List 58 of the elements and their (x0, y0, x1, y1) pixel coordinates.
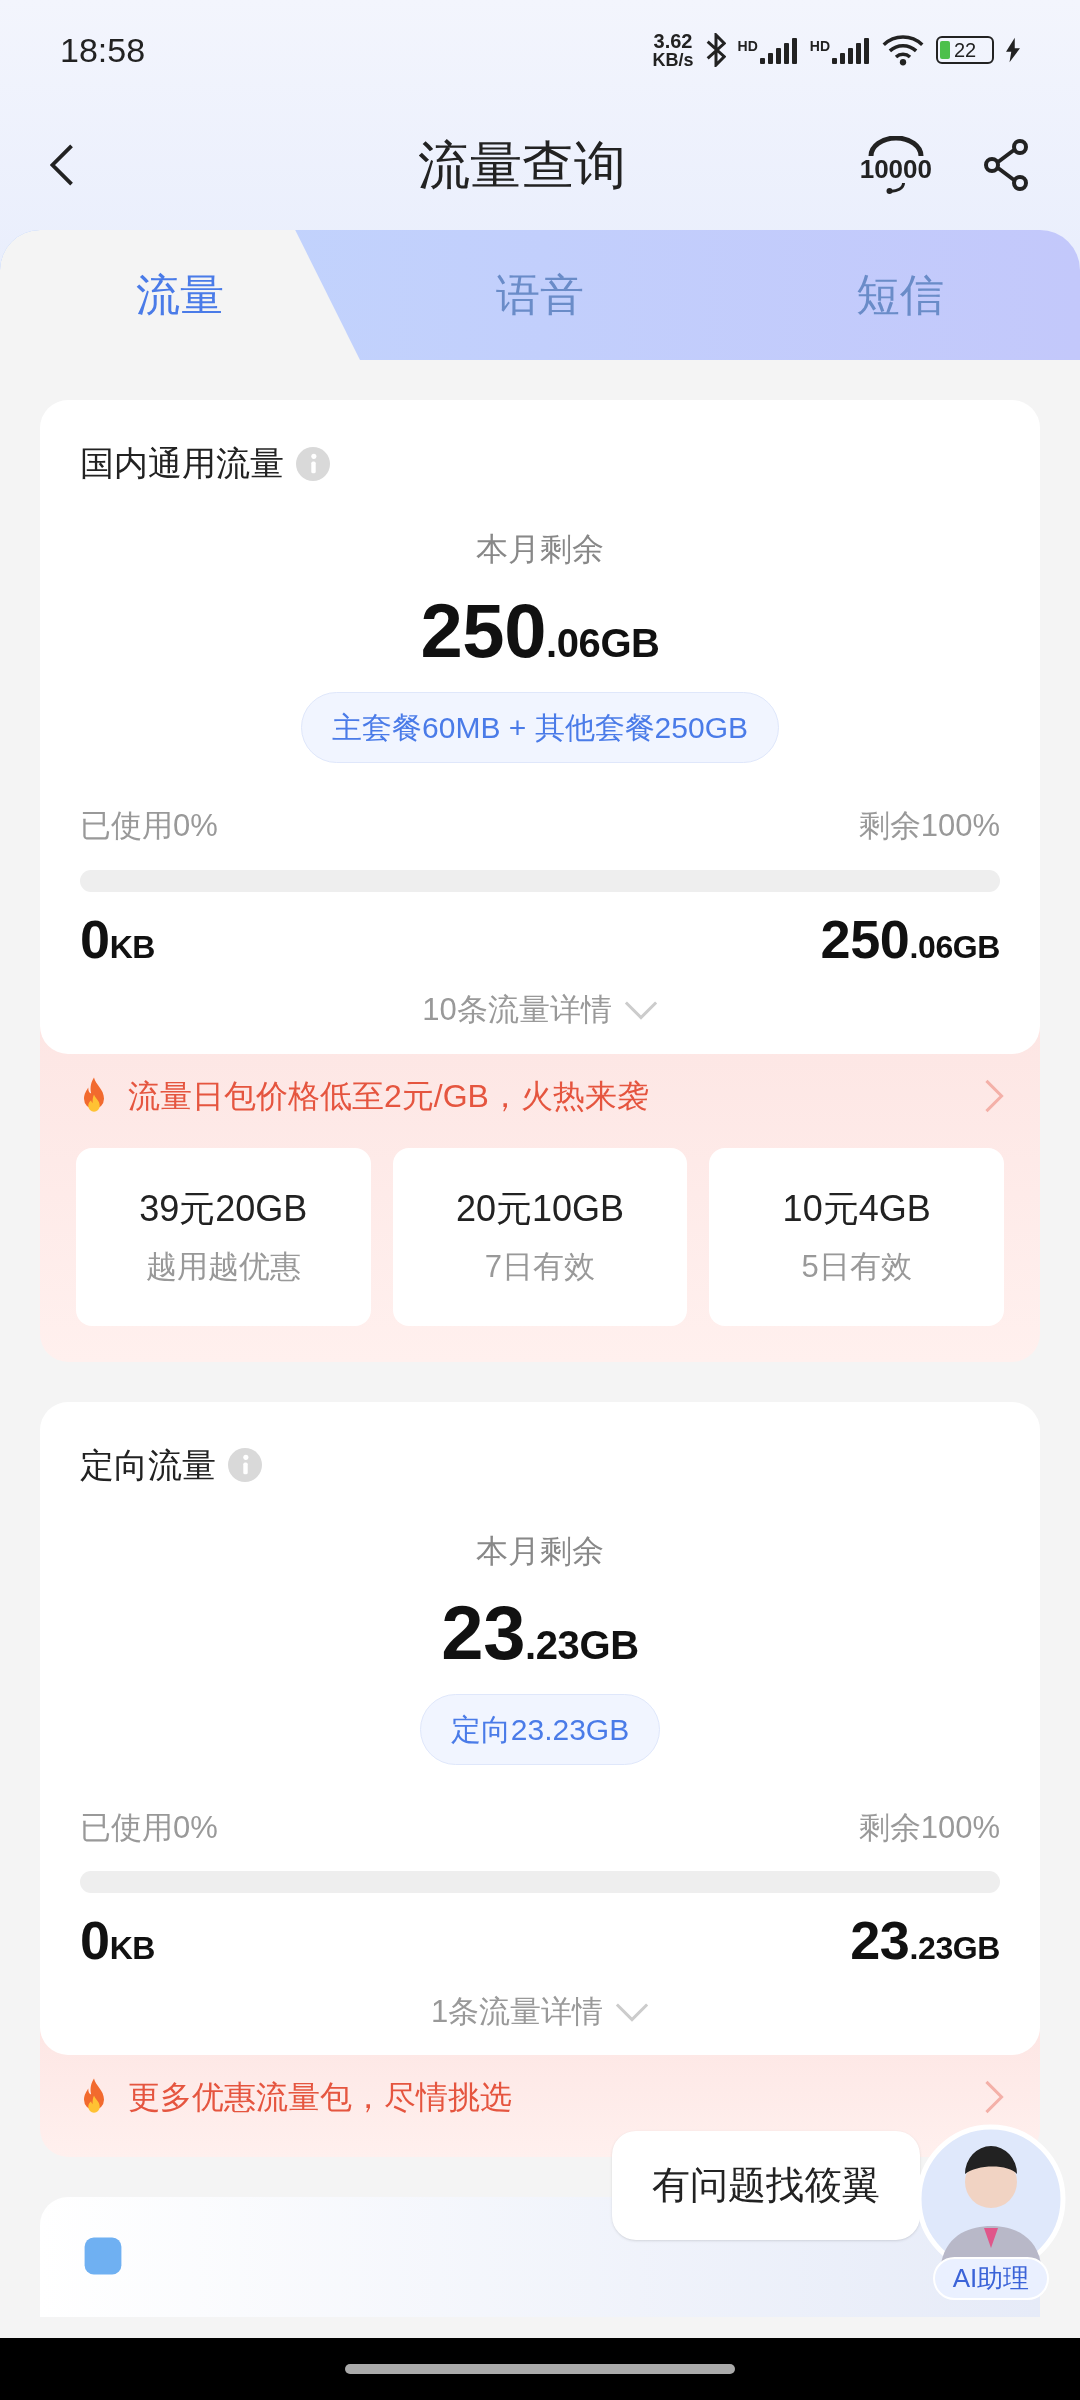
hd-label: HD (809, 37, 830, 56)
battery-indicator: 22 (936, 36, 994, 64)
used-percent: 已使用0% (80, 1808, 218, 1847)
microphone-icon (886, 182, 906, 194)
info-icon[interactable] (228, 1448, 262, 1482)
card-title: 定向流量 (80, 1444, 216, 1486)
offer-note: 越用越优惠 (145, 1248, 301, 1287)
clock: 18:58 (60, 29, 146, 71)
chevron-down-icon[interactable] (615, 2001, 650, 2022)
left-amount: 250.06GB (820, 907, 1000, 971)
promo-text[interactable]: 更多优惠流量包，尽情挑选 (128, 2073, 968, 2121)
hotline-button[interactable]: 10000 (859, 136, 932, 194)
info-icon[interactable] (296, 446, 330, 481)
chevron-right-icon[interactable] (984, 1078, 1004, 1113)
remaining-caption: 本月剩余 (476, 1531, 604, 1571)
tab[interactable]: 流量 (0, 230, 360, 360)
offer-tile[interactable]: 20元10GB 7日有效 (392, 1147, 688, 1326)
used-amount: 0KB (80, 1909, 156, 1972)
bluetooth-icon (705, 33, 726, 67)
offer-tile[interactable]: 10元4GB 5日有效 (709, 1147, 1004, 1326)
signal-icon (759, 36, 798, 64)
offer-note: 5日有效 (801, 1248, 912, 1287)
share-icon[interactable] (982, 139, 1030, 191)
remaining-percent: 剩余100% (858, 1808, 1000, 1847)
assistant-badge: AI助理 (932, 2257, 1050, 2300)
network-speed: 3.62 (653, 31, 693, 51)
chevron-down-icon[interactable] (623, 1000, 658, 1021)
assistant-avatar[interactable] (916, 2124, 1066, 2262)
offer-name: 10元4GB (782, 1187, 931, 1232)
remaining-amount: 250.06GB (420, 587, 660, 675)
page-title: 流量查询 (416, 135, 627, 196)
hd-label: HD (737, 37, 758, 56)
breakdown-pill: 定向23.23GB (419, 1693, 661, 1765)
signal-icon (832, 36, 870, 64)
chevron-right-icon[interactable] (984, 2080, 1004, 2114)
speed-unit: KB/s (652, 51, 694, 69)
remaining-percent: 剩余100% (858, 807, 1000, 845)
offer-name: 20元10GB (455, 1187, 625, 1232)
wifi-icon (882, 34, 924, 66)
assistant-bubble[interactable]: 有问题找筱翼 (612, 2131, 920, 2240)
offer-tile[interactable]: 39元20GB 越用越优惠 (76, 1147, 371, 1326)
remaining-amount: 23.23GB (441, 1588, 639, 1677)
charging-icon (1006, 37, 1020, 63)
offer-note: 7日有效 (484, 1248, 596, 1287)
home-indicator[interactable] (345, 2364, 735, 2374)
card-title: 国内通用流量 (80, 443, 284, 484)
offer-name: 39元20GB (139, 1187, 308, 1232)
left-amount: 23.23GB (850, 1909, 1000, 1972)
promo-text[interactable]: 流量日包价格低至2元/GB，火热来袭 (128, 1071, 968, 1120)
back-icon[interactable] (50, 144, 74, 186)
breakdown-pill: 主套餐60MB + 其他套餐250GB (301, 692, 779, 763)
remaining-caption: 本月剩余 (476, 530, 604, 569)
tab[interactable]: 短信 (720, 230, 1080, 360)
tab[interactable]: 语音 (360, 230, 720, 360)
details-toggle[interactable]: 1条流量详情 (430, 1988, 604, 2035)
details-toggle[interactable]: 10条流量详情 (422, 987, 612, 1034)
used-amount: 0KB (80, 907, 156, 971)
used-percent: 已使用0% (80, 807, 218, 845)
